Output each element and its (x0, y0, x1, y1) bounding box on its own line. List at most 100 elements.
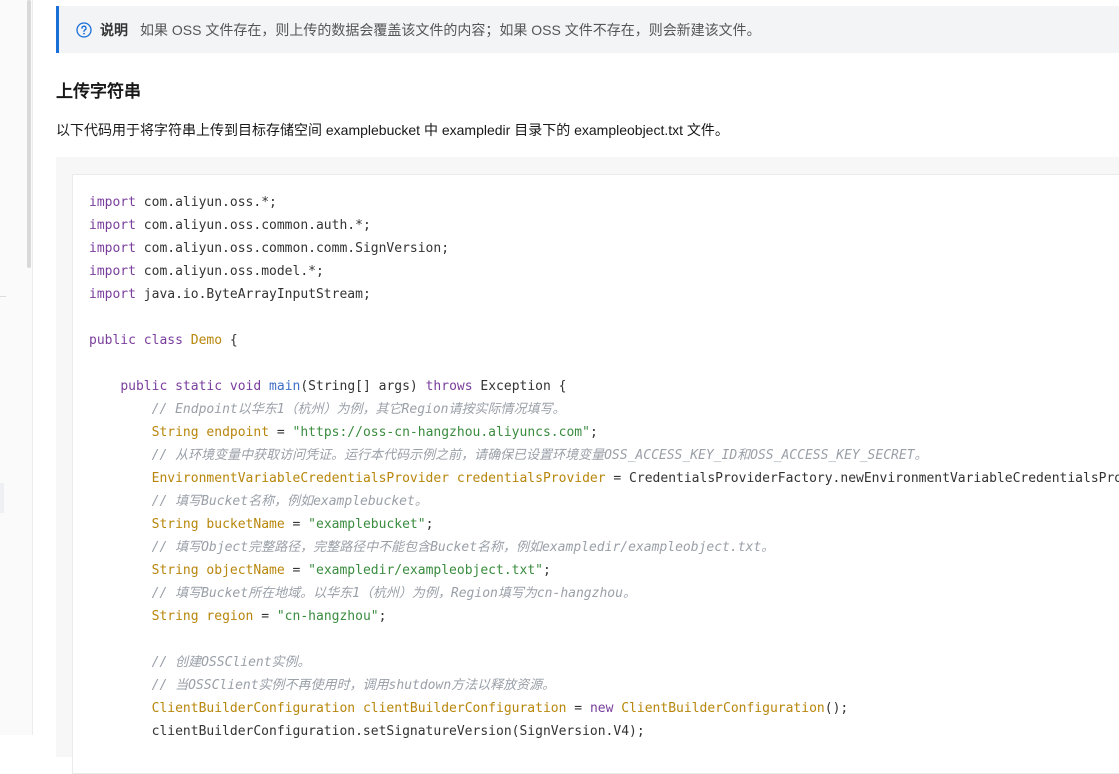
sidebar-active-marker (0, 483, 4, 513)
code-line: clientBuilderConfiguration.setSignatureV… (89, 720, 1119, 743)
code-token: ; (378, 609, 387, 624)
code-token: // 填写Bucket名称，例如examplebucket。 (151, 494, 428, 509)
sidebar-divider (0, 296, 6, 297)
code-line: // 填写Bucket所在地域。以华东1（杭州）为例，Region填写为cn-h… (89, 582, 1119, 605)
code-token: import (89, 195, 136, 210)
code-token: class (143, 333, 183, 348)
section-description: 以下代码用于将字符串上传到目标存储空间 examplebucket 中 exam… (56, 122, 729, 138)
code-token: // Endpoint以华东1（杭州）为例，其它Region请按实际情况填写。 (151, 402, 566, 417)
code-token: // 从环境变量中获取访问凭证。运行本代码示例之前，请确保已设置环境变量OSS_… (151, 448, 928, 463)
code-token: public (120, 379, 168, 394)
code-token: static (175, 379, 223, 394)
code-token: com.aliyun.oss.model.*; (135, 264, 324, 279)
code-token: String bucketName (151, 517, 285, 532)
code-content[interactable]: import com.aliyun.oss.*; import com.aliyu… (89, 191, 1119, 743)
code-token: "cn-hangzhou" (276, 609, 379, 624)
code-line: String endpoint = "https://oss-cn-hangzh… (89, 421, 1119, 444)
code-token: // 填写Object完整路径，完整路径中不能包含Bucket名称，例如exam… (151, 540, 775, 555)
code-line: EnvironmentVariableCredentialsProvider c… (89, 467, 1119, 490)
code-line: ClientBuilderConfiguration clientBuilder… (89, 697, 1119, 720)
code-token: java.io.ByteArrayInputStream; (135, 287, 371, 302)
code-token: ; (425, 517, 434, 532)
code-token: // 当OSSClient实例不再使用时，调用shutdown方法以释放资源。 (151, 678, 556, 693)
code-token: com.aliyun.oss.common.auth.*; (135, 218, 371, 233)
code-token: ; (542, 563, 551, 578)
code-token: = (269, 425, 293, 440)
code-token: String region (151, 609, 254, 624)
section-title: 上传字符串 (56, 82, 141, 101)
code-line: // 填写Bucket名称，例如examplebucket。 (89, 490, 1119, 513)
note-title: 说明 (100, 21, 128, 38)
note-text: 如果 OSS 文件存在，则上传的数据会覆盖该文件的内容；如果 OSS 文件不存在… (140, 21, 761, 38)
code-line: import com.aliyun.oss.*; (89, 191, 1119, 214)
code-token: { (222, 333, 238, 348)
code-token: (String[] args) (300, 379, 426, 394)
code-token: new (589, 701, 614, 716)
code-line: import com.aliyun.oss.common.auth.*; (89, 214, 1119, 237)
code-token: Exception { (472, 379, 567, 394)
code-token: ClientBuilderConfiguration clientBuilder… (151, 701, 567, 716)
code-token: EnvironmentVariableCredentialsProvider c… (151, 471, 606, 486)
code-token: public (89, 333, 136, 348)
code-token: main (269, 379, 301, 394)
code-token: // 填写Bucket所在地域。以华东1（杭州）为例，Region填写为cn-h… (151, 586, 636, 601)
code-token: "https://oss-cn-hangzhou.aliyuncs.com" (292, 425, 590, 440)
code-token: ClientBuilderConfiguration (621, 701, 825, 716)
code-token: String endpoint (151, 425, 270, 440)
code-line: // 当OSSClient实例不再使用时，调用shutdown方法以释放资源。 (89, 674, 1119, 697)
code-line: public class Demo { (89, 329, 1119, 352)
code-token: // 创建OSSClient实例。 (151, 655, 311, 670)
code-token: = (566, 701, 590, 716)
code-token: import (89, 218, 136, 233)
code-line: // 从环境变量中获取访问凭证。运行本代码示例之前，请确保已设置环境变量OSS_… (89, 444, 1119, 467)
left-sidebar-rail (0, 0, 33, 735)
code-token: (); (824, 701, 849, 716)
code-line: // 创建OSSClient实例。 (89, 651, 1119, 674)
note-callout: 说明 如果 OSS 文件存在，则上传的数据会覆盖该文件的内容；如果 OSS 文件… (56, 6, 1119, 53)
code-token: void (229, 379, 262, 394)
code-token: "exampledir/exampleobject.txt" (308, 563, 543, 578)
code-token: = (284, 517, 309, 532)
code-line: // Endpoint以华东1（杭州）为例，其它Region请按实际情况填写。 (89, 398, 1119, 421)
code-token: Demo (190, 333, 223, 348)
code-token: "examplebucket" (308, 517, 426, 532)
code-line: import com.aliyun.oss.common.comm.SignVe… (89, 237, 1119, 260)
code-token: ; (589, 425, 598, 440)
code-block[interactable]: import com.aliyun.oss.*; import com.aliyu… (72, 174, 1119, 774)
code-token: import (89, 264, 136, 279)
code-line: import java.io.ByteArrayInputStream; (89, 283, 1119, 306)
sidebar-scrollbar[interactable] (27, 0, 31, 268)
question-circle-icon (76, 21, 92, 38)
code-token: = CredentialsProviderFactory.newEnvironm… (605, 471, 1119, 486)
code-token: import (89, 241, 136, 256)
code-line: String objectName = "exampledir/exampleo… (89, 559, 1119, 582)
code-token: com.aliyun.oss.common.comm.SignVersion; (135, 241, 450, 256)
code-line: String bucketName = "examplebucket"; (89, 513, 1119, 536)
code-line: public static void main(String[] args) t… (89, 375, 1119, 398)
code-line: String region = "cn-hangzhou"; (89, 605, 1119, 628)
code-line: // 填写Object完整路径，完整路径中不能包含Bucket名称，例如exam… (89, 536, 1119, 559)
code-token: throws (425, 379, 473, 394)
